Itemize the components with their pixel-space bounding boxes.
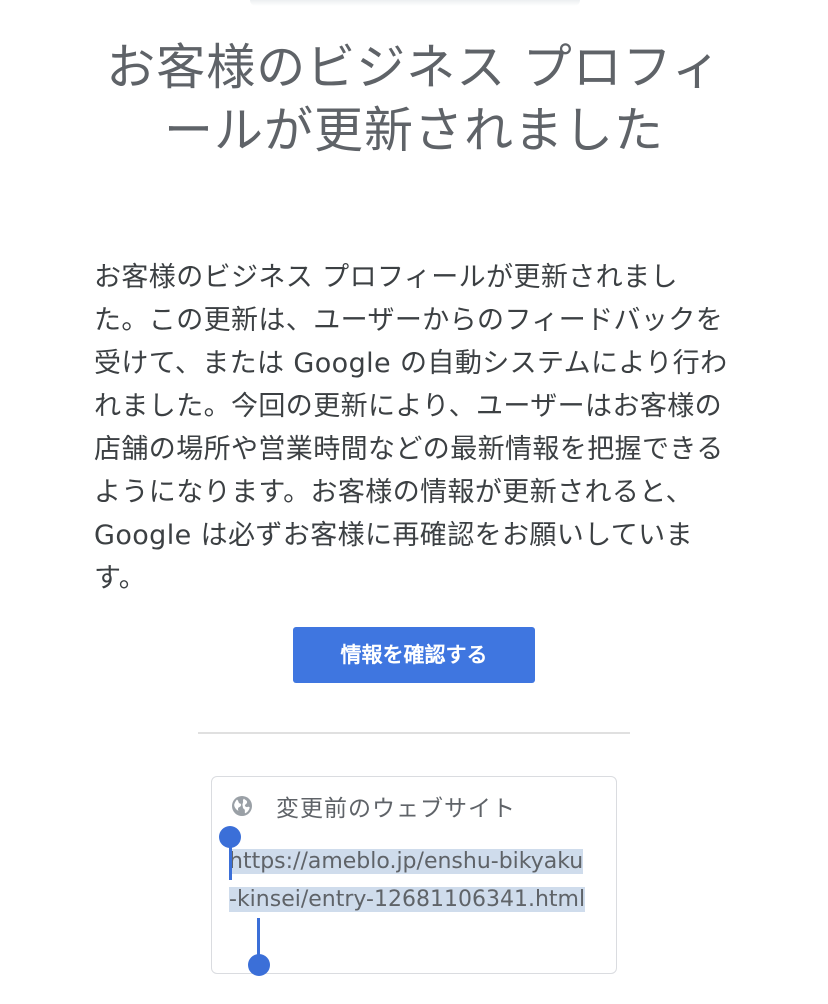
update-description: お客様のビジネス プロフィールが更新されました。この更新は、ユーザーからのフィー… [94, 262, 728, 594]
confirm-info-button[interactable]: 情報を確認する [293, 627, 535, 683]
selected-url-text[interactable]: https://ameblo.jp/enshu-bikyaku-kinsei/e… [229, 849, 586, 912]
selection-end-handle[interactable] [248, 954, 270, 976]
selection-start-bar [229, 840, 232, 880]
top-edge-shadow [250, 0, 580, 6]
card-header: 変更前のウェブサイト [230, 789, 516, 823]
globe-icon [230, 794, 254, 818]
previous-website-card: 変更前のウェブサイト https://ameblo.jp/enshu-bikya… [211, 776, 617, 974]
previous-website-label: 変更前のウェブサイト [276, 796, 516, 822]
section-divider [198, 732, 630, 734]
page-title: お客様のビジネス プロフィールが更新されました [106, 39, 722, 159]
previous-website-url[interactable]: https://ameblo.jp/enshu-bikyaku-kinsei/e… [229, 843, 591, 919]
